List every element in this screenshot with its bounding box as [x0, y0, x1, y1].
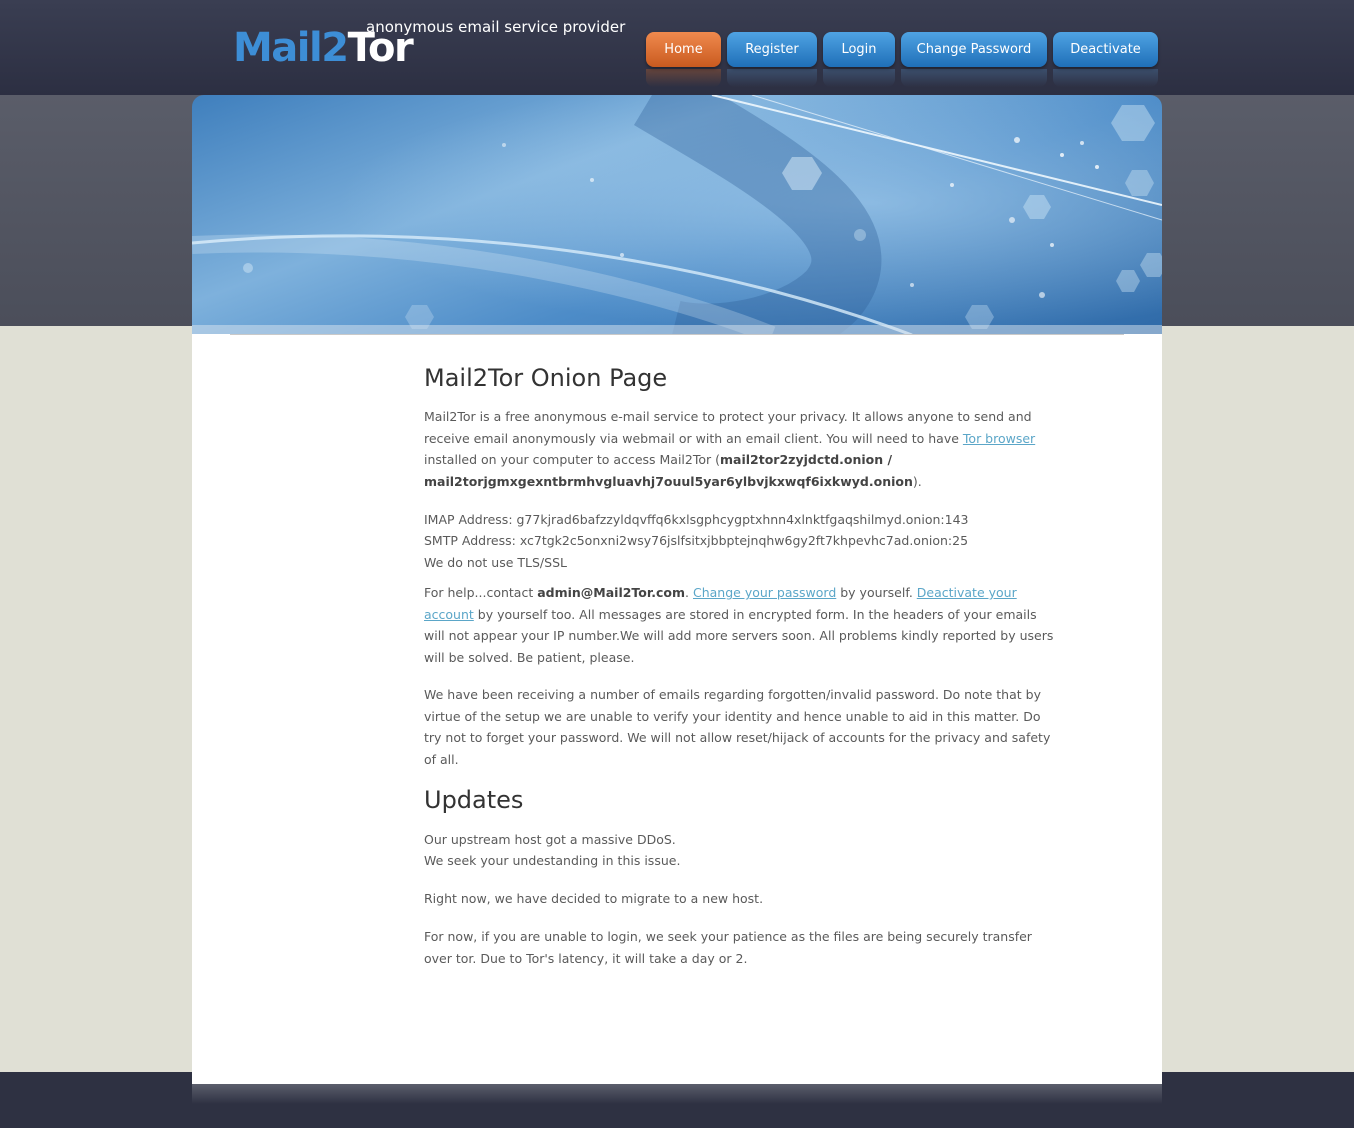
help-paragraph: For help...contact admin@Mail2Tor.com. C… — [424, 582, 1056, 668]
content-divider — [230, 334, 1124, 335]
updates-line-2: We seek your undestanding in this issue. — [424, 853, 681, 868]
nav-deactivate-button[interactable]: Deactivate — [1053, 32, 1158, 67]
content-panel: Mail2Tor Onion Page Mail2Tor is a free a… — [192, 334, 1162, 1084]
nav-register-button[interactable]: Register — [727, 32, 817, 67]
tls-note: We do not use TLS/SSL — [424, 555, 567, 570]
site-tagline: anonymous email service provider — [366, 18, 626, 36]
nav-reflection — [901, 69, 1047, 87]
nav-reflection — [1053, 69, 1158, 87]
logo-part-1: Mail2 — [233, 25, 349, 71]
smtp-address: SMTP Address: xc7tgk2c5onxni2wsy76jslfsi… — [424, 533, 969, 548]
updates-line-1: Our upstream host got a massive DDoS. — [424, 832, 676, 847]
change-password-link[interactable]: Change your password — [693, 585, 836, 600]
nav-change-password-button[interactable]: Change Password — [901, 32, 1047, 67]
login-notice: For now, if you are unable to login, we … — [424, 929, 1032, 966]
intro-paragraph: Mail2Tor is a free anonymous e-mail serv… — [424, 406, 1056, 492]
footer-shadow — [192, 1084, 1162, 1104]
nav-reflection — [646, 69, 721, 87]
page-title: Mail2Tor Onion Page — [424, 364, 668, 392]
help-text-3: by yourself. — [836, 585, 917, 600]
password-notice: We have been receiving a number of email… — [424, 687, 1051, 767]
help-text-2: . — [685, 585, 693, 600]
intro-text-2: installed on your computer to access Mai… — [424, 452, 721, 467]
migration-note: Right now, we have decided to migrate to… — [424, 891, 764, 906]
tor-browser-link[interactable]: Tor browser — [963, 431, 1035, 446]
banner-artwork — [192, 95, 1162, 335]
nav-login-button[interactable]: Login — [823, 32, 895, 67]
hero-banner-image — [192, 95, 1162, 335]
updates-title: Updates — [424, 786, 524, 814]
nav-reflection — [823, 69, 895, 87]
help-text-1: For help...contact — [424, 585, 538, 600]
imap-address: IMAP Address: g77kjrad6bafzzyldqvffq6kxl… — [424, 512, 969, 527]
intro-text-3: ). — [912, 473, 922, 489]
help-text-4: by yourself too. All messages are stored… — [424, 606, 1054, 665]
admin-email: admin@Mail2Tor.com — [537, 585, 686, 600]
nav-reflection — [727, 69, 817, 87]
intro-text-1: Mail2Tor is a free anonymous e-mail serv… — [424, 409, 1032, 446]
nav-home-button[interactable]: Home — [646, 32, 721, 67]
